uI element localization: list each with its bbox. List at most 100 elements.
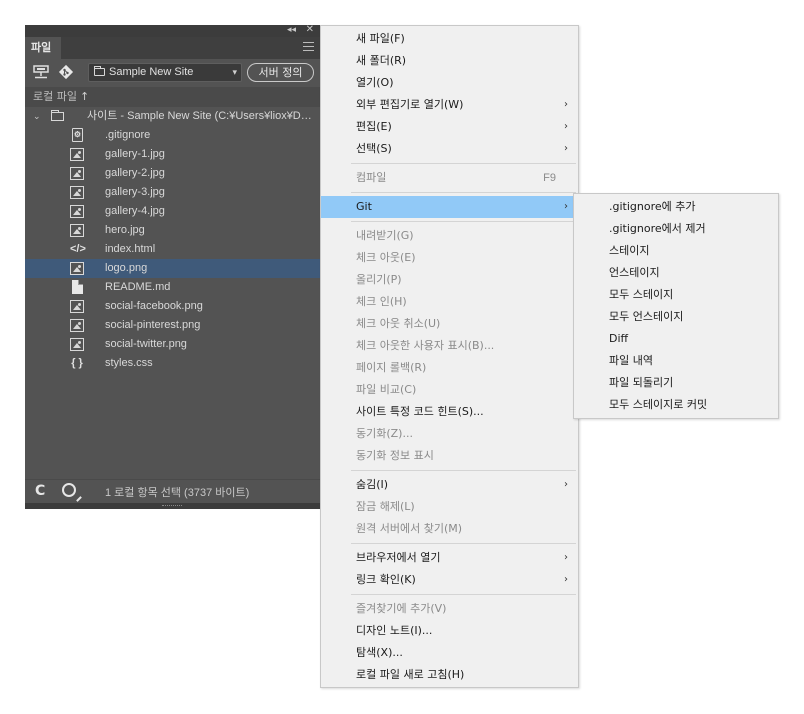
context-menu: 새 파일(F) 새 폴더(R) 열기(O) 외부 편집기로 열기(W) › 편집(E) › 선… <box>320 25 579 688</box>
menu-separator <box>351 543 576 544</box>
image-icon <box>70 167 84 180</box>
menu-item[interactable]: 브라우저에서 열기 › <box>321 547 578 569</box>
menu-item[interactable]: 모두 스테이지 <box>574 284 778 306</box>
panel-menu-icon[interactable] <box>303 42 314 51</box>
menu-item[interactable]: 올리기(P) <box>321 269 578 291</box>
file-row[interactable]: gallery-4.jpg <box>25 202 320 221</box>
menu-item[interactable]: .gitignore에 추가 <box>574 196 778 218</box>
file-name: gallery-2.jpg <box>105 167 165 179</box>
menu-item-label: 탐색(X)... <box>356 646 403 659</box>
menu-item[interactable]: 언스테이지 <box>574 262 778 284</box>
resize-grip-icon[interactable] <box>162 505 182 507</box>
menu-item[interactable]: 동기화(Z)... <box>321 423 578 445</box>
browse-in-browser-icon[interactable] <box>62 483 76 497</box>
menu-item[interactable]: 새 파일(F) <box>321 28 578 50</box>
file-row[interactable]: social-twitter.png <box>25 335 320 354</box>
refresh-icon[interactable]: C <box>35 483 45 499</box>
panel-resize-bar[interactable] <box>25 503 320 509</box>
menu-item[interactable]: 내려받기(G) <box>321 225 578 247</box>
menu-item-label: 파일 비교(C) <box>356 383 417 396</box>
collapse-icon[interactable]: ◂◂ <box>287 25 296 35</box>
menu-separator <box>351 594 576 595</box>
file-row[interactable]: { } styles.css <box>25 354 320 373</box>
define-server-button[interactable]: 서버 정의 <box>247 63 314 82</box>
menu-item-label: 모두 스테이지 <box>609 288 674 301</box>
file-row[interactable]: README.md <box>25 278 320 297</box>
menu-item[interactable]: Diff <box>574 328 778 350</box>
file-name: social-facebook.png <box>105 300 203 312</box>
menu-item-label: .gitignore에 추가 <box>609 200 696 213</box>
local-files-column-header[interactable]: 로컬 파일 ↑ <box>25 87 320 107</box>
menu-item[interactable]: 파일 내역 <box>574 350 778 372</box>
menu-item[interactable]: 체크 아웃한 사용자 표시(B)... <box>321 335 578 357</box>
menu-item[interactable]: 페이지 롤백(R) <box>321 357 578 379</box>
menu-item[interactable]: 열기(O) <box>321 72 578 94</box>
menu-item[interactable]: 원격 서버에서 찾기(M) <box>321 518 578 540</box>
menu-item[interactable]: 스테이지 <box>574 240 778 262</box>
menu-item[interactable]: Git › <box>321 196 578 218</box>
menu-item[interactable]: 외부 편집기로 열기(W) › <box>321 94 578 116</box>
site-select[interactable]: Sample New Site ▾ <box>88 63 242 82</box>
menu-separator <box>351 192 576 193</box>
file-row[interactable]: ⚙ .gitignore <box>25 126 320 145</box>
menu-item[interactable]: 컴파일 F9 <box>321 167 578 189</box>
menu-item[interactable]: 잠금 해제(L) <box>321 496 578 518</box>
menu-item[interactable]: 파일 되돌리기 <box>574 372 778 394</box>
menu-item-label: 올리기(P) <box>356 273 402 286</box>
menu-item[interactable]: 동기화 정보 표시 <box>321 445 578 467</box>
menu-item[interactable]: 체크 아웃 취소(U) <box>321 313 578 335</box>
status-text: 1 로컬 항목 선택 (3737 바이트) <box>105 487 250 499</box>
menu-item[interactable]: 선택(S) › <box>321 138 578 160</box>
menu-item-label: 디자인 노트(I)... <box>356 624 433 637</box>
file-row[interactable]: gallery-2.jpg <box>25 164 320 183</box>
sort-arrow-icon: ↑ <box>79 90 90 103</box>
file-row[interactable]: social-facebook.png <box>25 297 320 316</box>
brace-icon: { } <box>71 357 83 369</box>
menu-item-label: 컴파일 <box>356 171 387 184</box>
file-name: gallery-3.jpg <box>105 186 165 198</box>
menu-item[interactable]: 숨김(I) › <box>321 474 578 496</box>
file-row[interactable]: </> index.html <box>25 240 320 259</box>
files-panel: ◂◂ ✕ 파일 Sample New Site ▾ 서버 정의 로컬 파일↑ <box>25 24 320 509</box>
file-row[interactable]: social-pinterest.png <box>25 316 320 335</box>
close-icon[interactable]: ✕ <box>306 24 314 35</box>
menu-item[interactable]: 모두 스테이지로 커밋 <box>574 394 778 416</box>
panel-tabstrip: 파일 <box>25 37 320 59</box>
folder-icon <box>51 110 64 121</box>
local-files-label: 로컬 파일 <box>33 90 77 103</box>
connect-remote-icon[interactable] <box>33 65 49 79</box>
tab-files[interactable]: 파일 <box>25 37 61 59</box>
file-row[interactable]: hero.jpg <box>25 221 320 240</box>
image-icon <box>70 338 84 351</box>
site-select-value: Sample New Site <box>109 66 194 78</box>
menu-item-label: 페이지 롤백(R) <box>356 361 427 374</box>
submenu-arrow-icon: › <box>564 574 568 585</box>
file-row[interactable]: logo.png <box>25 259 320 278</box>
menu-item[interactable]: 로컬 파일 새로 고침(H) <box>321 664 578 686</box>
menu-item[interactable]: 새 폴더(R) <box>321 50 578 72</box>
git-icon[interactable] <box>58 64 74 80</box>
menu-item[interactable]: 즐겨찾기에 추가(V) <box>321 598 578 620</box>
file-row[interactable]: gallery-1.jpg <box>25 145 320 164</box>
menu-item[interactable]: 링크 확인(K) › <box>321 569 578 591</box>
menu-item[interactable]: 체크 아웃(E) <box>321 247 578 269</box>
tree-root-site[interactable]: ⌄ 사이트 - Sample New Site (C:¥Users¥liox¥D… <box>25 107 320 126</box>
menu-item-label: 선택(S) <box>356 142 392 155</box>
file-row[interactable]: gallery-3.jpg <box>25 183 320 202</box>
chevron-down-icon: ▾ <box>232 67 237 77</box>
menu-item[interactable]: 편집(E) › <box>321 116 578 138</box>
menu-item[interactable]: .gitignore에서 제거 <box>574 218 778 240</box>
menu-item[interactable]: 파일 비교(C) <box>321 379 578 401</box>
gear-doc-icon: ⚙ <box>72 128 83 142</box>
menu-item[interactable]: 사이트 특정 코드 힌트(S)... <box>321 401 578 423</box>
chevron-down-icon[interactable]: ⌄ <box>33 107 41 126</box>
menu-item[interactable]: 탐색(X)... <box>321 642 578 664</box>
menu-item-label: 새 폴더(R) <box>356 54 407 67</box>
menu-item-label: 체크 아웃(E) <box>356 251 416 264</box>
menu-item[interactable]: 디자인 노트(I)... <box>321 620 578 642</box>
document-icon <box>72 280 83 294</box>
menu-item-label: 링크 확인(K) <box>356 573 416 586</box>
menu-item[interactable]: 체크 인(H) <box>321 291 578 313</box>
menu-item[interactable]: 모두 언스테이지 <box>574 306 778 328</box>
file-name: README.md <box>105 281 171 293</box>
